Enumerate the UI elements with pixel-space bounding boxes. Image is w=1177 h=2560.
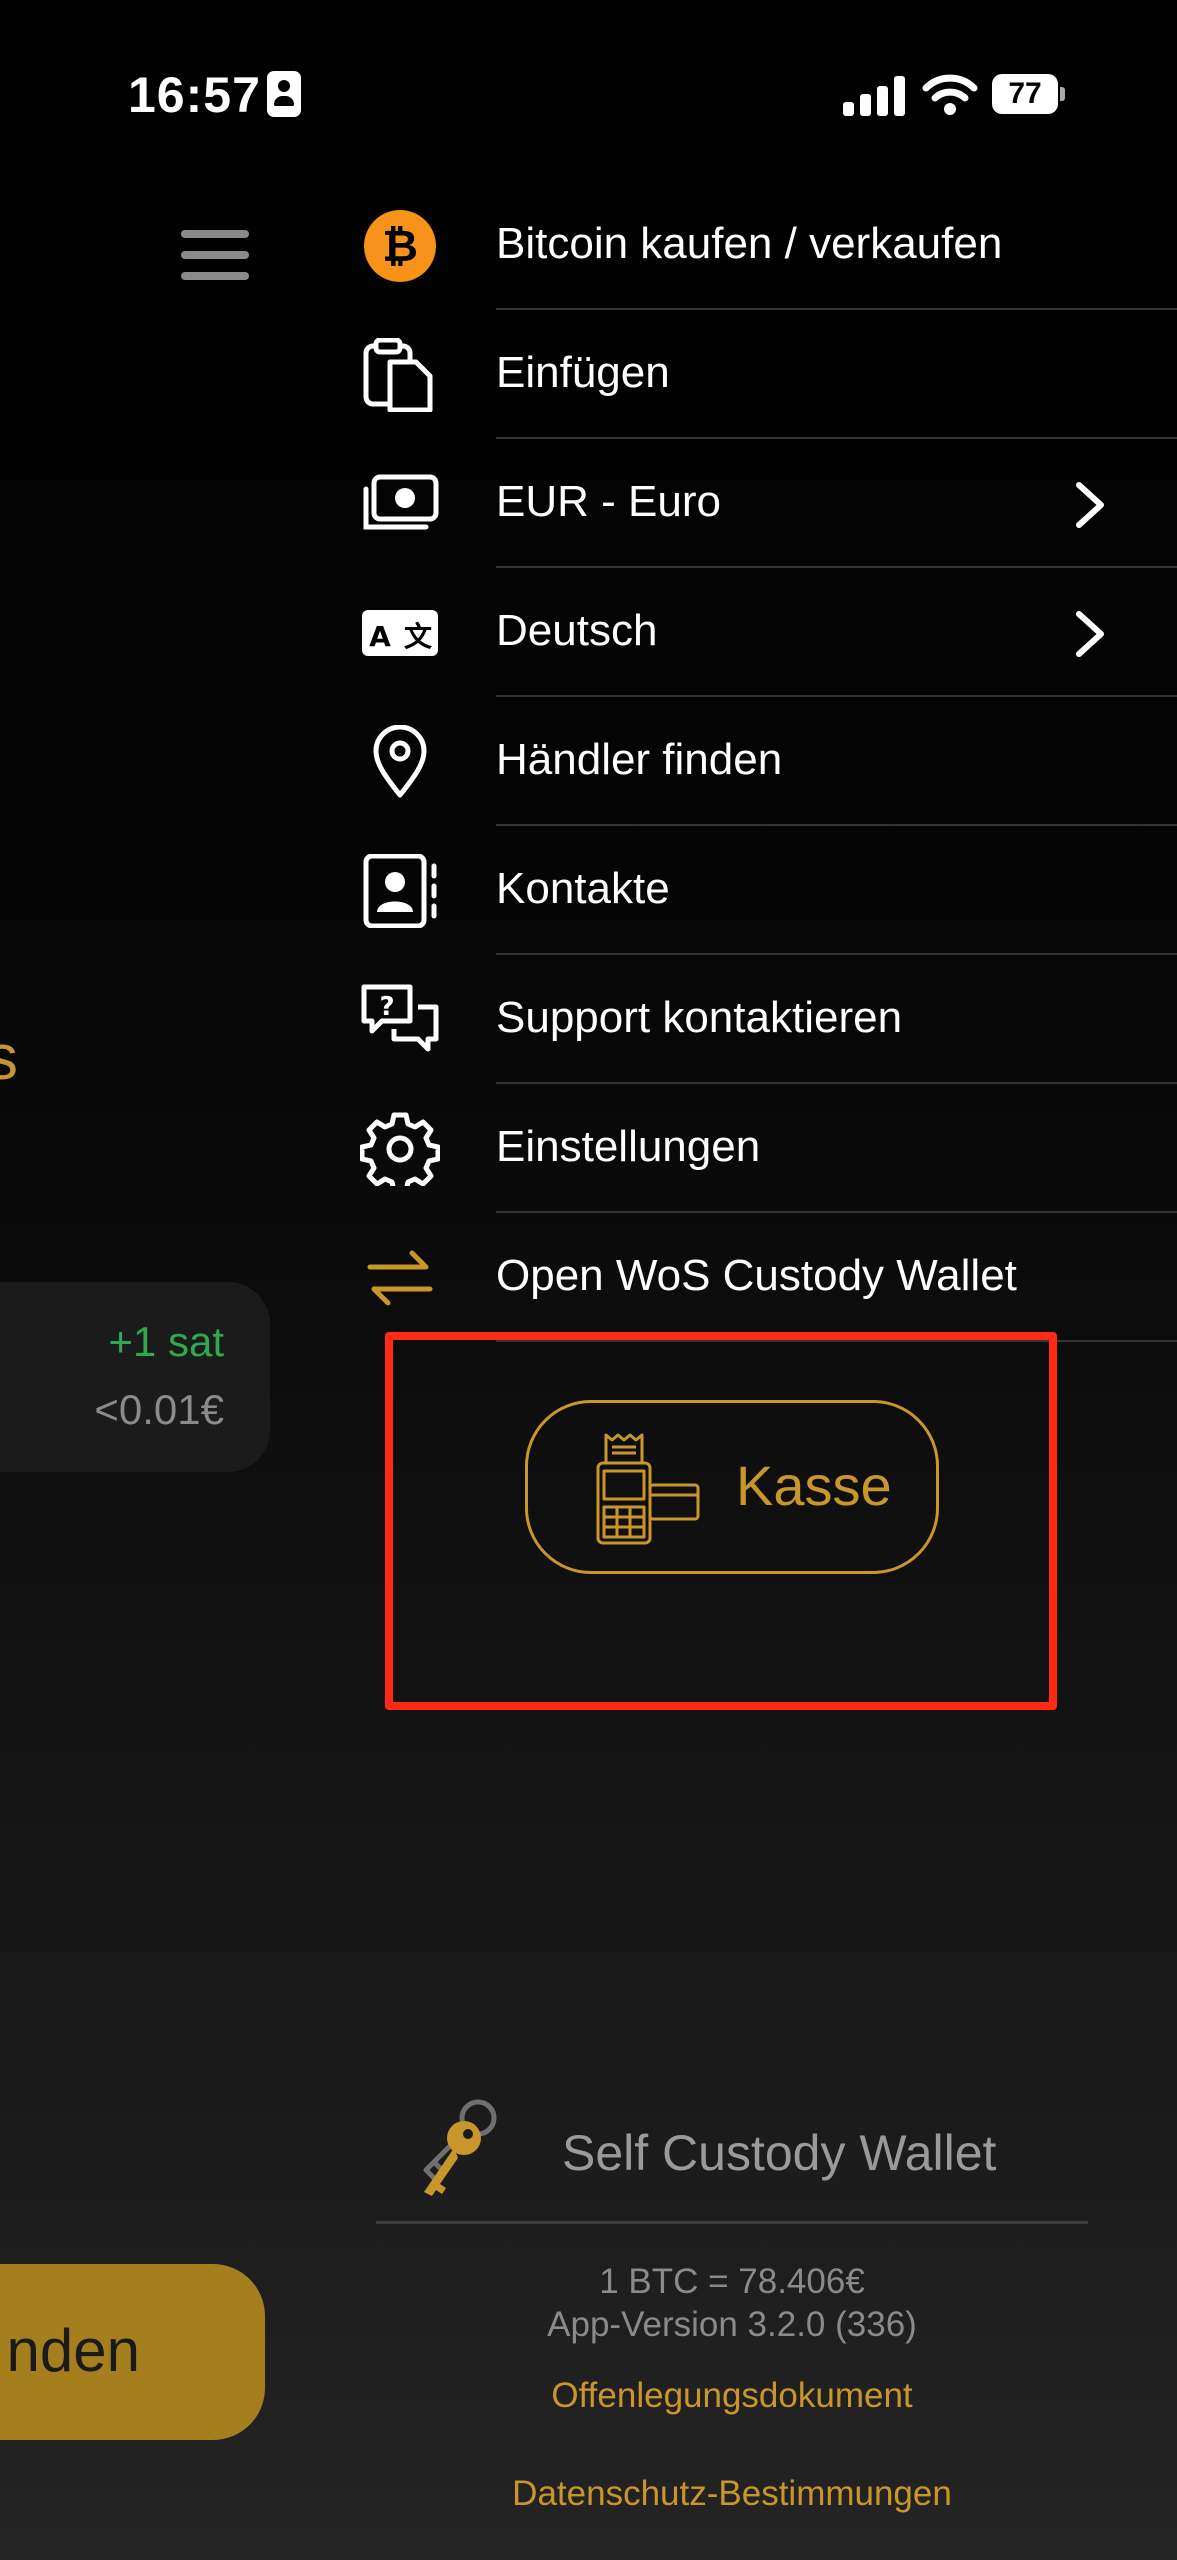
swap-arrows-icon: [367, 1250, 433, 1306]
svg-text:?: ?: [379, 992, 394, 1022]
cellular-signal-icon: [843, 76, 905, 116]
transaction-amount-eur: <0.01€: [94, 1386, 224, 1433]
hamburger-menu-icon[interactable]: [181, 230, 249, 280]
menu-item-currency[interactable]: EUR - Euro: [360, 439, 1177, 568]
contacts-icon: [363, 854, 437, 928]
app-version: App-Version 3.2.0 (336): [547, 2305, 917, 2344]
chevron-right-icon: [1076, 482, 1104, 528]
menu-item-label: Händler finden: [496, 735, 783, 784]
menu-item-label: Einfügen: [496, 348, 670, 397]
keys-icon: [423, 2099, 497, 2196]
svg-text:文: 文: [404, 620, 432, 653]
menu-item-open-wos-custody-wallet[interactable]: Open WoS Custody Wallet: [360, 1213, 1177, 1342]
battery-icon: 77: [992, 74, 1066, 114]
menu-item-support[interactable]: ? Support kontaktieren: [360, 955, 1177, 1084]
main-screen-behind-drawer: s +1 sat <0.01€ nden: [0, 0, 288, 2560]
clock: 16:57: [128, 67, 261, 123]
menu-item-paste[interactable]: Einfügen: [360, 310, 1177, 439]
balance-unit-partial: s: [0, 1021, 18, 1093]
transaction-amount-sat: +1 sat: [108, 1318, 224, 1365]
menu-item-language[interactable]: A 文 Deutsch: [360, 568, 1177, 697]
menu-item-label: Bitcoin kaufen / verkaufen: [496, 219, 1003, 268]
status-bar: 16:57 77: [0, 0, 1177, 190]
self-custody-label: Self Custody Wallet: [562, 2125, 997, 2181]
menu-item-label: EUR - Euro: [496, 477, 721, 526]
menu-item-label: Deutsch: [496, 606, 658, 655]
bitcoin-icon: ₿: [364, 210, 436, 282]
btc-exchange-rate: 1 BTC = 78.406€: [599, 2262, 865, 2301]
transaction-card[interactable]: +1 sat <0.01€: [0, 1282, 270, 1472]
privacy-policy-link[interactable]: Datenschutz-Bestimmungen: [376, 2474, 1088, 2514]
send-button-label: nden: [6, 2317, 140, 2384]
menu-item-settings[interactable]: Einstellungen: [360, 1084, 1177, 1213]
battery-percentage: 77: [1008, 77, 1042, 110]
svg-text:₿: ₿: [382, 221, 418, 272]
focus-contact-icon: [267, 71, 301, 117]
wifi-icon: [922, 74, 978, 115]
menu-item-find-merchants[interactable]: Händler finden: [360, 697, 1177, 826]
translate-icon: A 文: [362, 610, 438, 656]
card-terminal-icon: [596, 1433, 700, 1545]
menu-item-label: Kontakte: [496, 864, 670, 913]
menu-item-label: Support kontaktieren: [496, 993, 903, 1042]
menu-item-label: Open WoS Custody Wallet: [496, 1251, 1017, 1300]
chevron-right-icon: [1076, 611, 1104, 657]
menu-item-label: Einstellungen: [496, 1122, 761, 1171]
svg-text:A: A: [369, 620, 391, 653]
map-pin-icon: [373, 725, 427, 798]
gear-icon: [360, 1112, 440, 1186]
support-chat-icon: ?: [361, 984, 439, 1052]
clipboard-icon: [363, 338, 433, 412]
send-button[interactable]: nden: [0, 2264, 265, 2440]
disclosure-document-link[interactable]: Offenlegungsdokument: [376, 2376, 1088, 2416]
menu-item-contacts[interactable]: Kontakte: [360, 826, 1177, 955]
self-custody-wallet-button[interactable]: Self Custody Wallet: [376, 2080, 1088, 2224]
banknote-icon: [363, 474, 439, 530]
menu-item-buy-sell-bitcoin[interactable]: ₿ Bitcoin kaufen / verkaufen: [360, 181, 1177, 310]
kasse-button[interactable]: Kasse: [525, 1400, 939, 1574]
divider: [376, 2221, 1088, 2224]
kasse-label: Kasse: [736, 1454, 892, 1517]
